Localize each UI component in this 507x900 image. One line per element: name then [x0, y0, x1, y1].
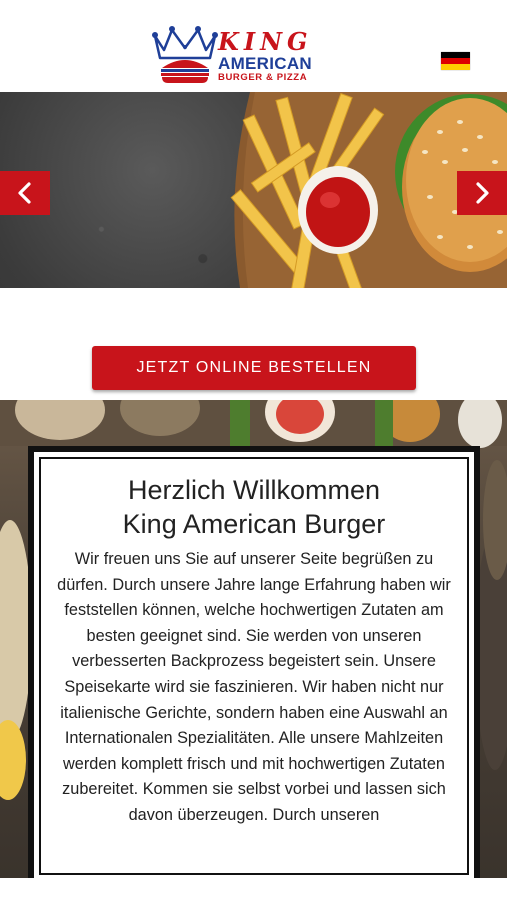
burger-fries-ketchup-photo: [230, 92, 507, 288]
hero-slider: [0, 92, 507, 288]
logo-text-subtitle: BURGER & PIZZA: [218, 72, 308, 83]
welcome-section: Herzlich Willkommen King American Burger…: [0, 400, 507, 878]
site-logo[interactable]: KING AMERICAN BURGER & PIZZA: [152, 22, 330, 86]
welcome-title: Herzlich Willkommen King American Burger: [51, 473, 457, 541]
order-online-button[interactable]: JETZT ONLINE BESTELLEN: [92, 346, 416, 390]
welcome-title-line2: King American Burger: [122, 509, 386, 539]
slider-prev-button[interactable]: [0, 171, 50, 215]
logo-text-king: KING: [218, 27, 313, 56]
chevron-right-icon: [476, 182, 489, 204]
slider-next-button[interactable]: [457, 171, 507, 215]
site-header: KING AMERICAN BURGER & PIZZA: [0, 0, 507, 92]
welcome-text: Wir freuen uns Sie auf unserer Seite beg…: [57, 550, 451, 824]
crown-burger-logo-icon: [152, 26, 218, 83]
germany-flag-icon[interactable]: [441, 52, 470, 70]
bottom-bar: [0, 878, 507, 900]
chevron-left-icon: [18, 182, 31, 204]
order-section: JETZT ONLINE BESTELLEN: [0, 288, 507, 400]
welcome-title-line1: Herzlich Willkommen: [127, 475, 381, 505]
welcome-card: Herzlich Willkommen King American Burger…: [28, 446, 480, 878]
logo-text-american: AMERICAN: [218, 54, 313, 73]
